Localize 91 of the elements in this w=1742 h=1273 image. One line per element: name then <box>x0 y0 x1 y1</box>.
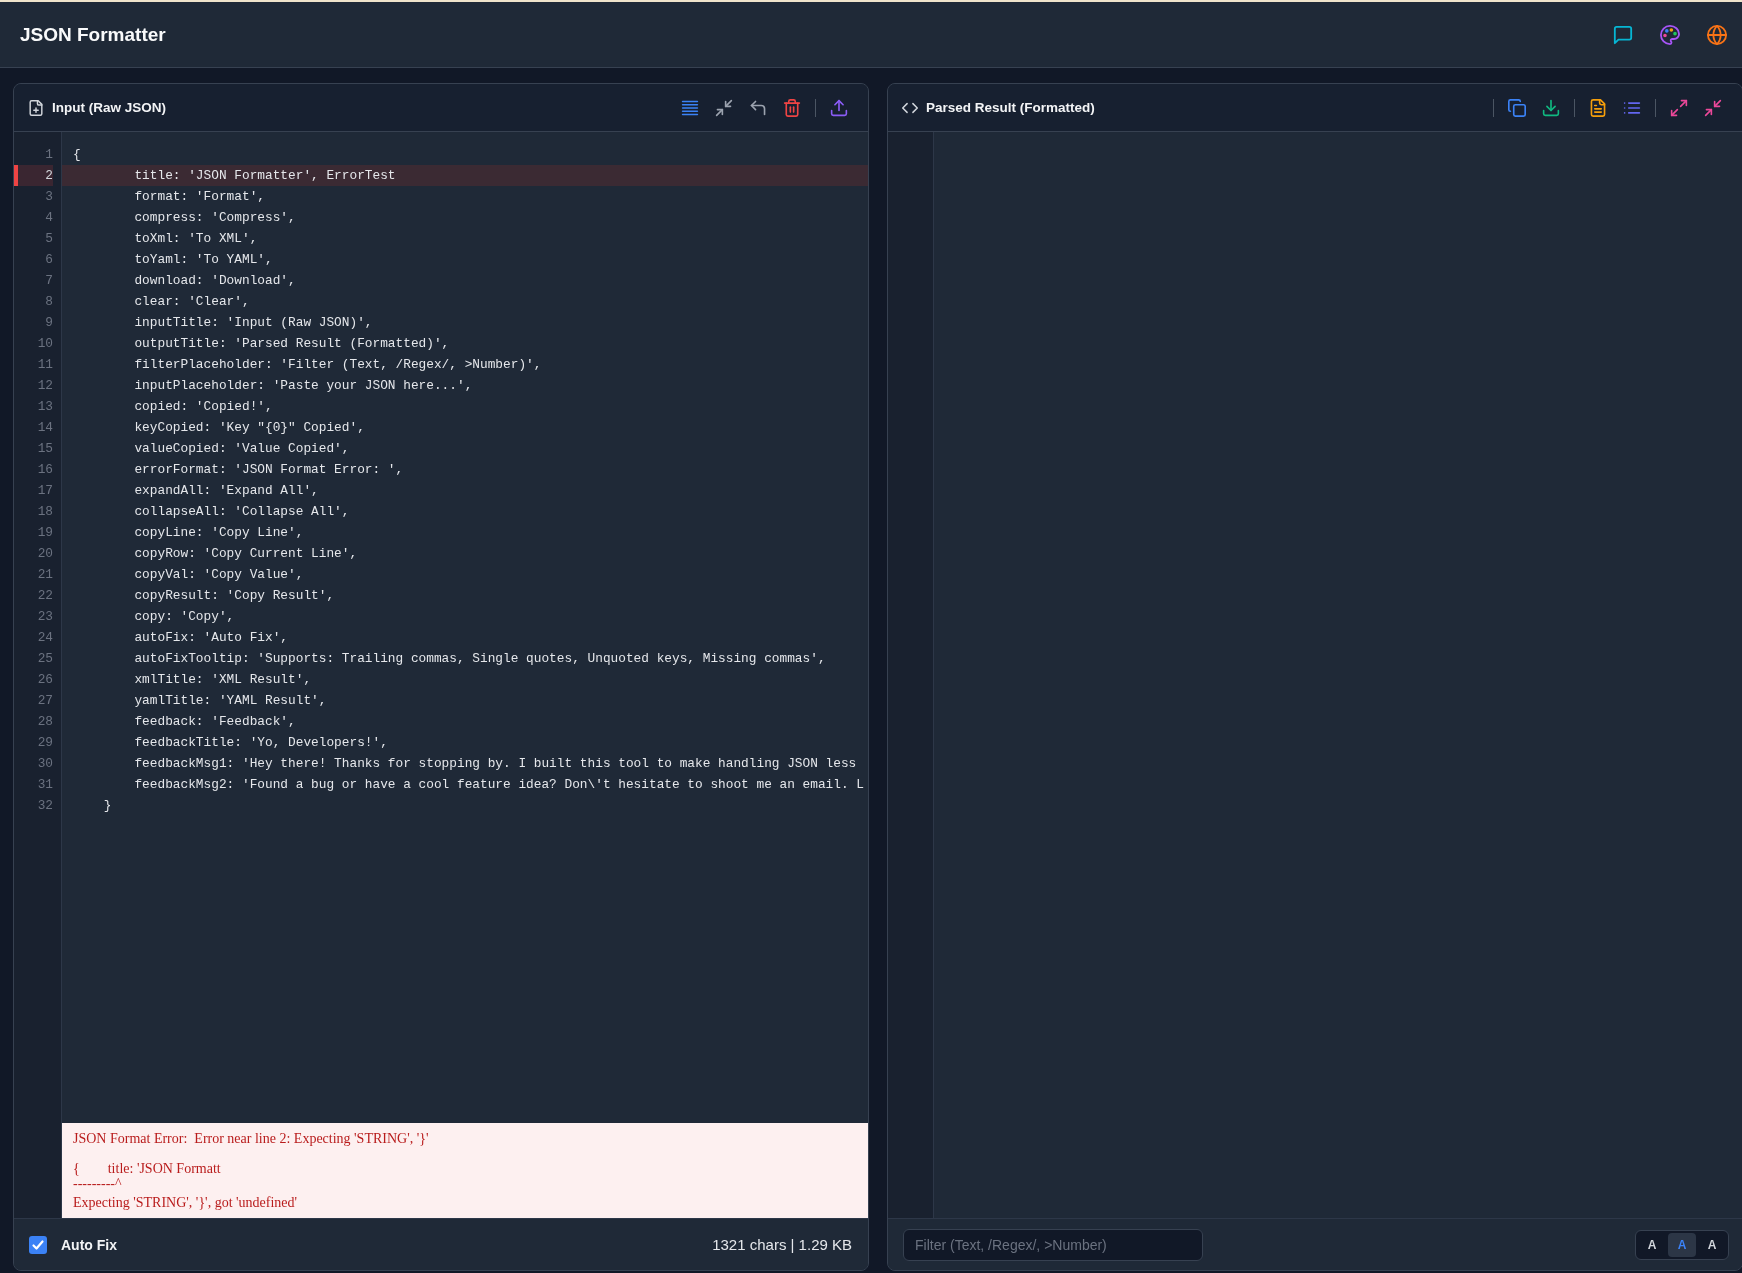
line-number: 3 <box>44 188 53 206</box>
code-line: feedbackMsg2: 'Found a bug or have a cool feature idea? Don\'t hesitate to shoot me an email. L <box>133 777 864 792</box>
app-title: JSON Formatter <box>20 23 166 46</box>
code-line: copyVal: 'Copy Value', <box>133 567 304 582</box>
code-line: collapseAll: 'Collapse All', <box>133 504 350 519</box>
line-number: 20 <box>36 545 53 563</box>
code-line: inputPlaceholder: 'Paste your JSON here...', <box>133 378 473 393</box>
trash-icon[interactable] <box>783 98 801 117</box>
error-snippet: { title: 'JSON Formatt <box>73 1161 221 1176</box>
line-number: 15 <box>36 440 53 458</box>
code-line: copy: 'Copy', <box>133 609 235 624</box>
code-line: format: 'Format', <box>133 189 265 204</box>
error-message: JSON Format Error: Error near line 2: Expecting 'STRING', '}' <box>73 1131 429 1146</box>
code-line: feedback: 'Feedback', <box>133 714 296 729</box>
code-line: copyLine: 'Copy Line', <box>133 525 304 540</box>
checkbox-label: Auto Fix <box>61 1236 117 1253</box>
line-number: 27 <box>36 692 53 710</box>
checkbox[interactable] <box>29 1235 47 1254</box>
palette-icon[interactable] <box>1660 24 1680 45</box>
globe-icon[interactable] <box>1707 24 1727 45</box>
code-line: } <box>102 798 112 813</box>
code-line: title: 'JSON Formatter', ErrorTest <box>133 168 396 183</box>
filter-field[interactable]: Filter (Text, /Regex/, >Number) <box>903 1228 1203 1261</box>
line-number: 7 <box>44 272 53 290</box>
line-number: 18 <box>36 503 53 521</box>
code-line: copyRow: 'Copy Current Line', <box>133 546 358 561</box>
line-number: 26 <box>36 671 53 689</box>
line-number: 25 <box>36 650 53 668</box>
line-number: 32 <box>36 797 53 815</box>
line-number: 21 <box>36 566 53 584</box>
code-line: filterPlaceholder: 'Filter (Text, /Regex/, >Number)', <box>133 357 542 372</box>
code-line: expandAll: 'Expand All', <box>133 483 319 498</box>
line-number: 4 <box>44 209 53 227</box>
code-line: copied: 'Copied!', <box>133 399 273 414</box>
code-line: yamlTitle: 'YAML Result', <box>133 693 327 708</box>
line-number: 13 <box>36 398 53 416</box>
code-line: outputTitle: 'Parsed Result (Formatted)', <box>133 336 450 351</box>
line-number: 11 <box>36 356 53 374</box>
code-line: { <box>73 147 81 162</box>
line-number: 24 <box>36 629 53 647</box>
expand-icon[interactable] <box>1670 98 1688 117</box>
code-line: inputTitle: 'Input (Raw JSON)', <box>133 315 373 330</box>
line-number: 5 <box>44 230 53 248</box>
line-number: 16 <box>36 461 53 479</box>
code-line: errorFormat: 'JSON Format Error: ', <box>133 462 404 477</box>
code-line: keyCopied: 'Key "{0}" Copied', <box>133 420 365 435</box>
shrink-arrows-icon[interactable] <box>715 98 733 117</box>
line-number: 19 <box>36 524 53 542</box>
line-number: 8 <box>44 293 53 311</box>
panel-title: Parsed Result (Formatted) <box>926 100 1095 115</box>
upload-icon[interactable] <box>830 98 848 117</box>
copy-icon[interactable] <box>1508 98 1526 117</box>
line-number: 2 <box>14 165 53 186</box>
line-number: 10 <box>36 335 53 353</box>
undo-icon[interactable] <box>749 98 767 117</box>
font-size-button[interactable]: A <box>1638 1232 1666 1257</box>
line-number: 14 <box>36 419 53 437</box>
line-number: 28 <box>36 713 53 731</box>
code-line: feedbackMsg1: 'Hey there! Thanks for stopping by. I built this tool to make handling JSON less <box>133 756 857 771</box>
code-line: toYaml: 'To YAML', <box>133 252 273 267</box>
code-line: autoFix: 'Auto Fix', <box>133 630 289 645</box>
code-line: toXml: 'To XML', <box>133 231 258 246</box>
char-count: 1321 chars | 1.29 KB <box>712 1236 852 1253</box>
line-number: 22 <box>36 587 53 605</box>
code-line: copyResult: 'Copy Result', <box>133 588 335 603</box>
line-number: 12 <box>36 377 53 395</box>
line-number: 6 <box>44 251 53 269</box>
document-icon[interactable] <box>1589 98 1607 117</box>
error-expected: Expecting 'STRING', '}', got 'undefined' <box>73 1195 298 1210</box>
code-line: compress: 'Compress', <box>133 210 296 225</box>
panel-title: Input (Raw JSON) <box>52 100 166 115</box>
code-line: valueCopied: 'Value Copied', <box>133 441 350 456</box>
shrink-arrows-icon[interactable] <box>1704 98 1722 117</box>
code-line: autoFixTooltip: 'Supports: Trailing commas, Single quotes, Unquoted keys, Missing commas', <box>133 651 826 666</box>
code-line: download: 'Download', <box>133 273 296 288</box>
line-number: 9 <box>44 314 53 332</box>
line-number: 30 <box>36 755 53 773</box>
line-number: 1 <box>44 146 53 164</box>
chat-bubble-icon[interactable] <box>1613 24 1633 45</box>
line-number: 29 <box>36 734 53 752</box>
code-line: clear: 'Clear', <box>133 294 250 309</box>
line-number: 31 <box>36 776 53 794</box>
error-pointer: ---------^ <box>73 1176 122 1191</box>
font-size-button[interactable]: A <box>1698 1232 1726 1257</box>
line-number: 17 <box>36 482 53 500</box>
line-number: 23 <box>36 608 53 626</box>
code-line: xmlTitle: 'XML Result', <box>133 672 312 687</box>
file-plus-icon <box>28 99 44 116</box>
lines-icon[interactable] <box>681 98 699 117</box>
code-line: feedbackTitle: 'Yo, Developers!', <box>133 735 388 750</box>
download-icon[interactable] <box>1542 98 1560 117</box>
